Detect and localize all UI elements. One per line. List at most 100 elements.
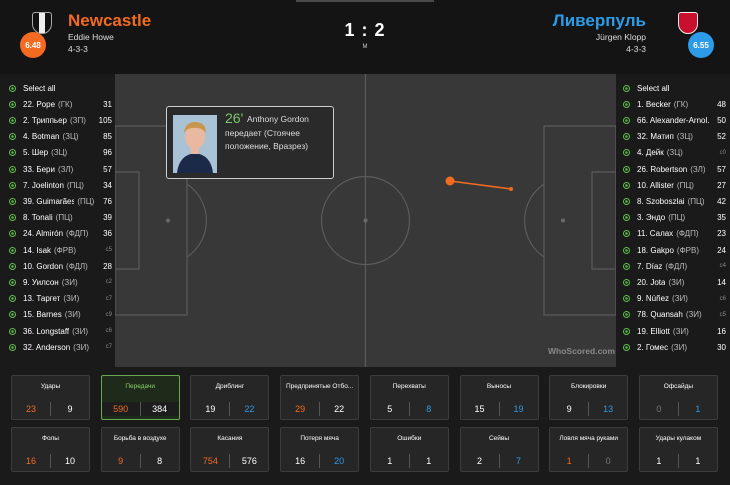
away-player-row[interactable]: 66. Alexander-Arnol... 50 bbox=[618, 112, 726, 128]
checkbox-icon[interactable] bbox=[623, 181, 630, 189]
checkbox-icon[interactable] bbox=[623, 246, 630, 254]
checkbox-icon[interactable] bbox=[623, 214, 630, 222]
home-player-row[interactable]: 36. Longstaff (ЗИ) c6 bbox=[4, 323, 112, 339]
checkbox-icon[interactable] bbox=[9, 133, 16, 141]
stat-tile[interactable]: Ошибки 1 1 bbox=[369, 427, 449, 472]
player-count: 35 bbox=[717, 213, 726, 223]
away-player-row[interactable]: 19. Elliott (ЗИ) 16 bbox=[618, 323, 726, 339]
away-player-row[interactable]: 2. Гомес (ЗИ) 30 bbox=[618, 339, 726, 355]
event-description: передает (Стоячее положение, Вразрез) bbox=[225, 128, 309, 151]
stat-tile[interactable]: Офсайды 0 1 bbox=[638, 375, 718, 420]
stat-title: Ошибки bbox=[397, 435, 422, 442]
player-count: 42 bbox=[717, 196, 726, 206]
checkbox-icon[interactable] bbox=[9, 214, 16, 222]
checkbox-icon[interactable] bbox=[623, 262, 630, 270]
stat-tile[interactable]: Дриблинг 19 22 bbox=[190, 375, 270, 420]
stat-tile[interactable]: Ловля мяча руками 1 0 bbox=[549, 427, 629, 472]
player-position: (ПЦ) bbox=[668, 213, 686, 223]
away-player-row[interactable]: 10. Allister (ПЦ) 27 bbox=[618, 177, 726, 193]
player-count: 23 bbox=[717, 229, 726, 239]
stat-tile[interactable]: Передачи 590 384 bbox=[100, 375, 180, 420]
home-player-row[interactable]: 4. Botman (ЗЦ) 85 bbox=[4, 129, 112, 145]
checkbox-icon[interactable] bbox=[9, 149, 16, 157]
away-stat-value: 19 bbox=[513, 404, 524, 414]
away-player-row[interactable]: 18. Gakpo (ФРВ) 24 bbox=[618, 242, 726, 258]
player-name: 39. Guimarães bbox=[23, 196, 75, 206]
checkbox-icon[interactable] bbox=[9, 181, 16, 189]
away-player-row[interactable]: 1. Becker (ГК) 48 bbox=[618, 96, 726, 112]
checkbox-icon[interactable] bbox=[9, 197, 16, 205]
away-team-name[interactable]: Ливерпуль bbox=[553, 11, 646, 31]
away-player-row[interactable]: 7. Díaz (ФДЛ) c4 bbox=[618, 258, 726, 274]
checkbox-icon[interactable] bbox=[9, 246, 16, 254]
checkbox-icon[interactable] bbox=[623, 295, 630, 303]
stat-tile[interactable]: Фолы 16 10 bbox=[11, 427, 90, 472]
home-player-row[interactable]: 33. Бери (ЗЛ) 57 bbox=[4, 161, 112, 177]
checkbox-icon[interactable] bbox=[623, 197, 630, 205]
away-player-row[interactable]: 8. Szoboszlai (ПЦ) 42 bbox=[618, 193, 726, 209]
stat-title: Фолы bbox=[42, 435, 59, 442]
home-player-row[interactable]: 10. Gordon (ФДЛ) 28 bbox=[4, 258, 112, 274]
away-player-row[interactable]: 20. Jota (ЗИ) 14 bbox=[618, 274, 726, 290]
stat-tile[interactable]: Удары 23 9 bbox=[11, 375, 90, 420]
away-player-row[interactable]: 32. Матип (ЗЦ) 52 bbox=[618, 129, 726, 145]
away-player-row[interactable]: 78. Quansah (ЗИ) c5 bbox=[618, 307, 726, 323]
player-name: 22. Pope bbox=[23, 99, 56, 109]
stat-tile[interactable]: Блокировки 9 13 bbox=[549, 375, 629, 420]
checkbox-icon[interactable] bbox=[9, 165, 16, 173]
player-name: 78. Quansah bbox=[637, 310, 683, 320]
home-player-row[interactable]: 24. Almirón (ФДП) 36 bbox=[4, 226, 112, 242]
checkbox-icon[interactable] bbox=[9, 278, 16, 286]
home-player-row[interactable]: 8. Tonali (ПЦ) 39 bbox=[4, 210, 112, 226]
pass-start-marker[interactable] bbox=[445, 176, 455, 186]
checkbox-icon[interactable] bbox=[9, 262, 16, 270]
checkbox-icon[interactable] bbox=[623, 278, 630, 286]
checkbox-icon[interactable] bbox=[623, 133, 630, 141]
stat-tile[interactable]: Потеря мяча 16 20 bbox=[280, 427, 360, 472]
player-name: 10. Gordon bbox=[23, 261, 64, 271]
home-player-row[interactable]: 32. Anderson (ЗИ) c7 bbox=[4, 339, 112, 355]
checkbox-icon[interactable] bbox=[623, 165, 630, 173]
home-player-row[interactable]: 39. Guimarães (ПЦ) 76 bbox=[4, 193, 112, 209]
away-player-row[interactable]: 26. Robertson (ЗЛ) 57 bbox=[618, 161, 726, 177]
home-player-row[interactable]: 7. Joelinton (ПЦ) 34 bbox=[4, 177, 112, 193]
stat-tile[interactable]: Удары кулаком 1 1 bbox=[638, 427, 718, 472]
checkbox-icon[interactable] bbox=[623, 230, 630, 238]
stat-tile[interactable]: Сейвы 2 7 bbox=[459, 427, 539, 472]
checkbox-icon[interactable] bbox=[623, 116, 630, 124]
home-player-row[interactable]: 13. Таргет (ЗИ) c7 bbox=[4, 291, 112, 307]
away-select-all[interactable]: Select all bbox=[618, 80, 726, 96]
stat-tile[interactable]: Перехваты 5 8 bbox=[369, 375, 449, 420]
away-player-row[interactable]: 3. Эндо (ПЦ) 35 bbox=[618, 210, 726, 226]
home-stat-value: 16 bbox=[295, 456, 306, 466]
checkbox-icon[interactable] bbox=[9, 327, 16, 335]
home-player-row[interactable]: 5. Шер (ЗЦ) 96 bbox=[4, 145, 112, 161]
stat-tile[interactable]: Касания 754 576 bbox=[190, 427, 270, 472]
checkbox-icon[interactable] bbox=[623, 343, 630, 351]
checkbox-icon[interactable] bbox=[9, 100, 16, 108]
checkbox-icon[interactable] bbox=[9, 230, 16, 238]
home-player-row[interactable]: 22. Pope (ГК) 31 bbox=[4, 96, 112, 112]
home-player-row[interactable]: 14. Isak (ФРВ) c5 bbox=[4, 242, 112, 258]
checkbox-icon[interactable] bbox=[9, 343, 16, 351]
checkbox-icon[interactable] bbox=[623, 84, 630, 92]
home-select-all[interactable]: Select all bbox=[4, 80, 112, 96]
stat-tile[interactable]: Борьба в воздухе 9 8 bbox=[100, 427, 180, 472]
away-player-row[interactable]: 4. Дейк (ЗЦ) c0 bbox=[618, 145, 726, 161]
checkbox-icon[interactable] bbox=[623, 311, 630, 319]
checkbox-icon[interactable] bbox=[623, 149, 630, 157]
checkbox-icon[interactable] bbox=[9, 295, 16, 303]
away-player-row[interactable]: 9. Núñez (ЗИ) c6 bbox=[618, 291, 726, 307]
home-player-row[interactable]: 15. Barnes (ЗИ) c9 bbox=[4, 307, 112, 323]
home-player-row[interactable]: 2. Триппьер (ЗП) 105 bbox=[4, 112, 112, 128]
home-player-list: Select all 22. Pope (ГК) 31 2. Триппьер (ЗП) 1… bbox=[4, 80, 112, 366]
away-player-row[interactable]: 11. Салах (ФДП) 23 bbox=[618, 226, 726, 242]
stat-tile[interactable]: Выносы 15 19 bbox=[459, 375, 539, 420]
stat-tile[interactable]: Предпринятые Отбо... 29 22 bbox=[280, 375, 360, 420]
checkbox-icon[interactable] bbox=[9, 311, 16, 319]
checkbox-icon[interactable] bbox=[9, 116, 16, 124]
home-player-row[interactable]: 9. Уилсон (ЗИ) c2 bbox=[4, 274, 112, 290]
checkbox-icon[interactable] bbox=[623, 100, 630, 108]
checkbox-icon[interactable] bbox=[9, 84, 16, 92]
checkbox-icon[interactable] bbox=[623, 327, 630, 335]
